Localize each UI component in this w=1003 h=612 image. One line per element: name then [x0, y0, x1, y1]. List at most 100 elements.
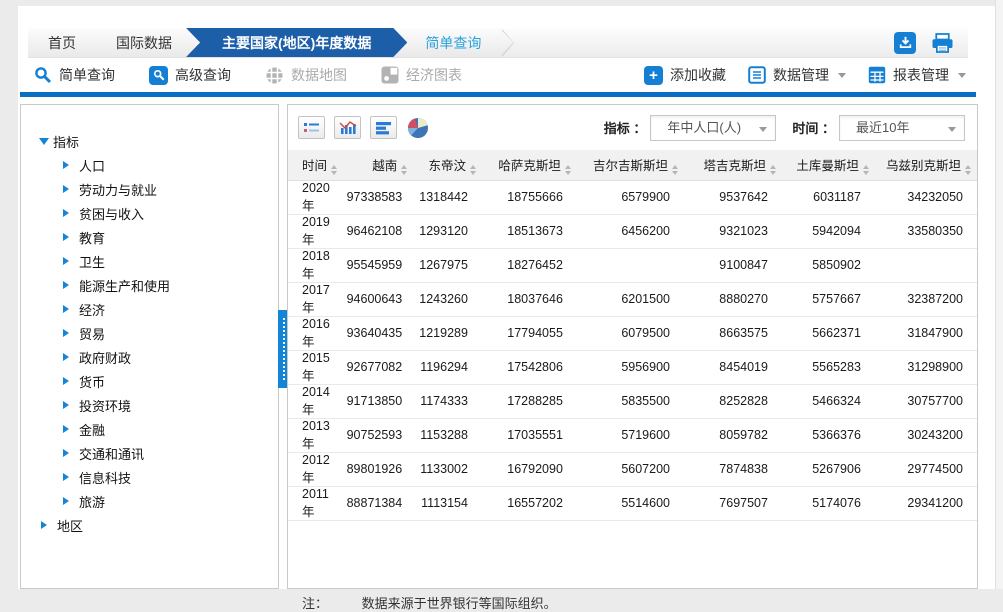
table-cell: 8252828	[684, 384, 782, 418]
tab-annual-data-active[interactable]: 主要国家(地区)年度数据	[186, 28, 407, 57]
add-favorite-button[interactable]: + 添加收藏	[644, 65, 726, 85]
table-cell: 5466324	[782, 384, 875, 418]
indicator-children: 人口劳动力与就业贫困与收入教育卫生能源生产和使用经济贸易政府财政货币投资环境金融…	[41, 153, 278, 513]
sidebar-item-label: 旅游	[79, 492, 105, 511]
table-grid-icon	[868, 66, 886, 84]
pie-chart-icon	[407, 117, 429, 139]
simple-query-button[interactable]: 简单查询	[34, 65, 115, 85]
sidebar-item[interactable]: 卫生	[41, 249, 278, 273]
sidebar-item[interactable]: 劳动力与就业	[41, 177, 278, 201]
bar-chart-view-button[interactable]	[370, 116, 397, 139]
column-header-label: 东帝汶	[428, 159, 466, 173]
table-row: 2012年89801926113300216792090560720078748…	[288, 452, 977, 486]
sidebar-item[interactable]: 政府财政	[41, 345, 278, 369]
chevron-right-icon	[63, 329, 73, 337]
table-cell: 16792090	[482, 452, 577, 486]
time-filter-label: 时间 ：	[792, 118, 835, 137]
sort-icon	[965, 165, 971, 175]
sidebar-item-indicators[interactable]: 指标	[41, 129, 278, 153]
list-view-button[interactable]	[298, 116, 325, 139]
table-cell: 17035551	[482, 418, 577, 452]
sidebar-item[interactable]: 投资环境	[41, 393, 278, 417]
chevron-right-icon	[63, 209, 73, 217]
report-management-label: 报表管理	[893, 65, 949, 85]
table-row: 2015年92677082119629417542806595690084540…	[288, 350, 977, 384]
sidebar-item[interactable]: 信息科技	[41, 465, 278, 489]
panel-resize-handle[interactable]	[278, 310, 287, 388]
sidebar-root-label: 地区	[57, 516, 83, 535]
column-header[interactable]: 东帝汶	[413, 150, 482, 180]
economic-charts-button[interactable]: 经济图表	[381, 65, 462, 85]
column-header[interactable]: 时间	[288, 150, 347, 180]
sidebar-item[interactable]: 金融	[41, 417, 278, 441]
sort-icon	[770, 165, 776, 175]
table-cell	[577, 248, 684, 282]
chevron-right-icon	[63, 305, 73, 313]
add-favorite-label: 添加收藏	[670, 65, 726, 85]
table-cell: 30243200	[875, 418, 977, 452]
report-management-button[interactable]: 报表管理	[868, 65, 966, 85]
table-cell: 5719600	[577, 418, 684, 452]
column-header[interactable]: 哈萨克斯坦	[482, 150, 577, 180]
table-cell: 5662371	[782, 316, 875, 350]
data-management-button[interactable]: 数据管理	[748, 65, 846, 85]
table-cell: 95545959	[347, 248, 414, 282]
sidebar-item[interactable]: 经济	[41, 297, 278, 321]
sidebar-item[interactable]: 旅游	[41, 489, 278, 513]
data-map-label: 数据地图	[291, 65, 347, 85]
table-cell: 5514600	[577, 486, 684, 520]
indicator-select[interactable]: 年中人口(人)	[650, 115, 776, 141]
tab-home[interactable]: 首页	[28, 28, 102, 57]
sort-icon	[401, 165, 407, 175]
sidebar-item[interactable]: 交通和通讯	[41, 441, 278, 465]
data-map-button[interactable]: 数据地图	[265, 65, 347, 85]
window-actions	[894, 28, 968, 57]
table-row: 2018年95545959126797518276452910084758509…	[288, 248, 977, 282]
table-cell: 31847900	[875, 316, 977, 350]
table-cell: 88871384	[347, 486, 414, 520]
download-button[interactable]	[894, 32, 916, 54]
table-cell: 5607200	[577, 452, 684, 486]
bar-chart-icon	[375, 121, 392, 135]
table-cell: 5267906	[782, 452, 875, 486]
sidebar-item[interactable]: 人口	[41, 153, 278, 177]
table-row: 2011年88871384111315416557202551460076975…	[288, 486, 977, 520]
sidebar-item-regions[interactable]: 地区	[41, 513, 278, 537]
table-cell: 1293120	[413, 214, 482, 248]
sidebar-item[interactable]: 能源生产和使用	[41, 273, 278, 297]
sidebar-item[interactable]: 货币	[41, 369, 278, 393]
column-header[interactable]: 越南	[347, 150, 414, 180]
chevron-right-icon	[63, 281, 73, 289]
column-header[interactable]: 塔吉克斯坦	[684, 150, 782, 180]
tab-international-data[interactable]: 国际数据	[88, 28, 200, 57]
table-cell: 2013年	[288, 418, 347, 452]
column-header[interactable]: 乌兹别克斯坦	[875, 150, 977, 180]
column-header[interactable]: 吉尔吉斯斯坦	[577, 150, 684, 180]
indicator-sidebar: 指标 人口劳动力与就业贫困与收入教育卫生能源生产和使用经济贸易政府财政货币投资环…	[20, 104, 279, 589]
toolbar-left: 简单查询 高级查询 数据地图 经济图表	[28, 65, 462, 85]
advanced-query-button[interactable]: 高级查询	[149, 65, 231, 85]
chevron-down-icon	[838, 73, 846, 82]
sort-icon	[672, 165, 678, 175]
sidebar-item[interactable]: 教育	[41, 225, 278, 249]
column-chart-view-button[interactable]	[334, 116, 361, 139]
table-cell: 9100847	[684, 248, 782, 282]
economic-charts-label: 经济图表	[406, 65, 462, 85]
print-button[interactable]	[931, 33, 954, 53]
window-scrollbar[interactable]	[995, 0, 1003, 589]
time-select-value: 最近10年	[856, 120, 909, 135]
table-cell: 31298900	[875, 350, 977, 384]
indicator-select-value: 年中人口(人)	[667, 120, 741, 135]
chart-tiles-icon	[381, 66, 399, 84]
time-range-select[interactable]: 最近10年	[839, 115, 965, 141]
sidebar-item[interactable]: 贫困与收入	[41, 201, 278, 225]
table-cell: 2019年	[288, 214, 347, 248]
download-icon	[899, 36, 912, 49]
table-cell: 6201500	[577, 282, 684, 316]
sort-icon	[565, 165, 571, 175]
sidebar-item[interactable]: 贸易	[41, 321, 278, 345]
tab-simple-query[interactable]: 简单查询	[393, 28, 513, 57]
pie-chart-view-button[interactable]	[406, 116, 430, 139]
column-header[interactable]: 土库曼斯坦	[782, 150, 875, 180]
sidebar-item-label: 经济	[79, 300, 105, 319]
